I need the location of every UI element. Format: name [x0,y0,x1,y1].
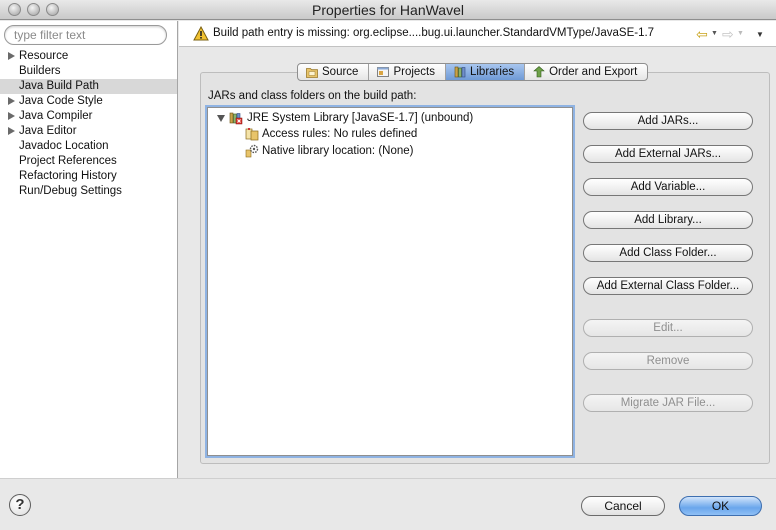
tab-projects[interactable]: Projects [368,64,445,80]
ok-button[interactable]: OK [679,496,762,516]
add-jars-button[interactable]: Add JARs... [583,112,753,130]
edit-button[interactable]: Edit... [583,319,753,337]
help-button[interactable]: ? [9,494,31,516]
sidebar-item-label: Refactoring History [19,170,117,182]
migrate-jar-file-button[interactable]: Migrate JAR File... [583,394,753,412]
access-rules-label: Access rules: No rules defined [262,128,418,140]
expand-arrow-icon[interactable] [8,97,15,105]
sidebar-item-label: Java Build Path [19,80,99,92]
forward-arrow-icon[interactable]: ⇨ [722,27,734,41]
sidebar-item-java-code-style[interactable]: Java Code Style [0,94,177,109]
warning-icon [193,26,209,41]
remove-button[interactable]: Remove [583,352,753,370]
build-path-libraries-tree[interactable]: JRE System Library [JavaSE-1.7] (unbound… [207,107,573,456]
build-path-page: Build path entry is missing: org.eclipse… [179,21,776,478]
property-page-tree: Resource Builders Java Build Path Java C… [0,49,177,199]
projects-icon [377,67,390,77]
tab-libraries[interactable]: Libraries [444,64,525,80]
source-folder-icon [306,68,318,78]
sidebar-item-builders[interactable]: Builders [0,64,177,79]
expand-arrow-icon[interactable] [8,112,15,120]
tab-label: Libraries [469,66,515,78]
collapse-arrow-icon[interactable] [217,115,225,122]
sidebar-item-label: Java Compiler [19,110,93,122]
native-library-label: Native library location: (None) [262,145,414,157]
add-class-folder-button[interactable]: Add Class Folder... [583,244,753,262]
sidebar-item-label: Builders [19,65,61,77]
tab-order-and-export[interactable]: Order and Export [524,64,647,80]
tab-label: Projects [393,66,435,78]
sidebar-item-label: Run/Debug Settings [19,185,122,197]
page-navigation: ⇦ ▼ ⇨ ▼ ▼ [692,27,776,41]
title-bar: Properties for HanWavel [0,0,776,20]
add-library-button[interactable]: Add Library... [583,211,753,229]
libraries-section-label: JARs and class folders on the build path… [208,90,417,102]
sidebar-item-java-editor[interactable]: Java Editor [0,124,177,139]
chevron-down-icon[interactable]: ▼ [711,30,718,37]
sidebar-item-java-compiler[interactable]: Java Compiler [0,109,177,124]
sidebar-item-resource[interactable]: Resource [0,49,177,64]
tab-label: Order and Export [549,66,638,78]
sidebar-item-label: Project References [19,155,117,167]
native-library-icon [245,144,259,158]
filter-input[interactable] [4,25,167,45]
back-arrow-icon[interactable]: ⇦ [696,27,708,41]
sidebar-item-label: Java Editor [19,125,77,137]
add-variable-button[interactable]: Add Variable... [583,178,753,196]
sidebar-item-label: Javadoc Location [19,140,109,152]
access-rules-icon [245,128,259,141]
jre-library-icon [229,112,243,125]
cancel-button[interactable]: Cancel [581,496,665,516]
sidebar-item-refactoring-history[interactable]: Refactoring History [0,169,177,184]
sidebar-item-java-build-path[interactable]: Java Build Path [0,79,177,94]
tab-bar: Source Projects Libraries Order and Expo… [297,63,649,81]
chevron-down-icon[interactable]: ▼ [737,30,744,37]
order-export-icon [533,66,545,78]
tab-source[interactable]: Source [298,64,368,80]
message-bar: Build path entry is missing: org.eclipse… [179,21,776,47]
message-text: Build path entry is missing: org.eclipse… [213,27,655,39]
left-panel: Resource Builders Java Build Path Java C… [0,21,178,478]
window-title: Properties for HanWavel [312,2,464,18]
sidebar-item-label: Java Code Style [19,95,103,107]
dialog-button-bar: ? Cancel OK [0,478,776,530]
sidebar-item-label: Resource [19,50,69,62]
sidebar-item-project-references[interactable]: Project References [0,154,177,169]
tree-row-access-rules[interactable]: Access rules: No rules defined [208,126,572,142]
jre-library-label: JRE System Library [JavaSE-1.7] (unbound… [247,112,474,124]
tab-label: Source [322,66,359,78]
sidebar-item-run-debug-settings[interactable]: Run/Debug Settings [0,184,177,199]
libraries-icon [454,66,466,78]
add-external-class-folder-button[interactable]: Add External Class Folder... [583,277,753,295]
tree-row-jre-system-library[interactable]: JRE System Library [JavaSE-1.7] (unbound… [208,110,572,126]
tree-row-native-library-location[interactable]: Native library location: (None) [208,143,572,159]
sidebar-item-javadoc-location[interactable]: Javadoc Location [0,139,177,154]
view-menu-icon[interactable]: ▼ [756,30,764,39]
expand-arrow-icon[interactable] [8,52,15,60]
expand-arrow-icon[interactable] [8,127,15,135]
add-external-jars-button[interactable]: Add External JARs... [583,145,753,163]
